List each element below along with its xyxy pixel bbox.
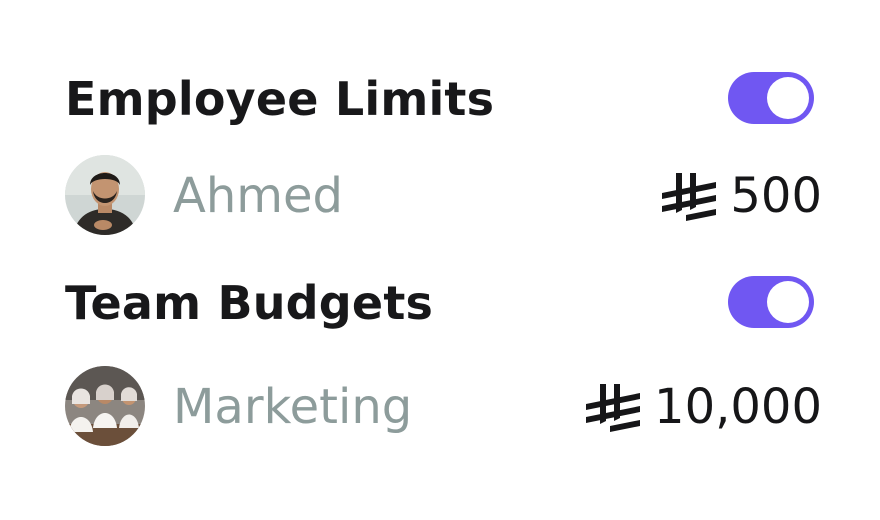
team-budgets-title: Team Budgets [65,276,434,330]
saudi-riyal-icon [586,384,641,432]
avatar [65,155,145,235]
employee-limits-toggle[interactable] [728,72,814,124]
saudi-riyal-icon [662,173,717,221]
toggle-knob [767,281,809,323]
amount-value: 10,000 [654,379,822,435]
employee-limits-title: Employee Limits [65,72,495,126]
toggle-knob [767,77,809,119]
amount-display: 500 [660,171,822,221]
employee-limit-row[interactable]: Ahmed 500 [65,155,822,237]
team-budgets-toggle[interactable] [728,276,814,328]
team-budget-row[interactable]: Marketing 10,000 [65,366,822,448]
amount-display: 10,000 [584,382,822,432]
avatar [65,366,145,446]
amount-value: 500 [730,168,822,224]
team-name: Marketing [173,379,413,435]
employee-name: Ahmed [173,168,344,224]
